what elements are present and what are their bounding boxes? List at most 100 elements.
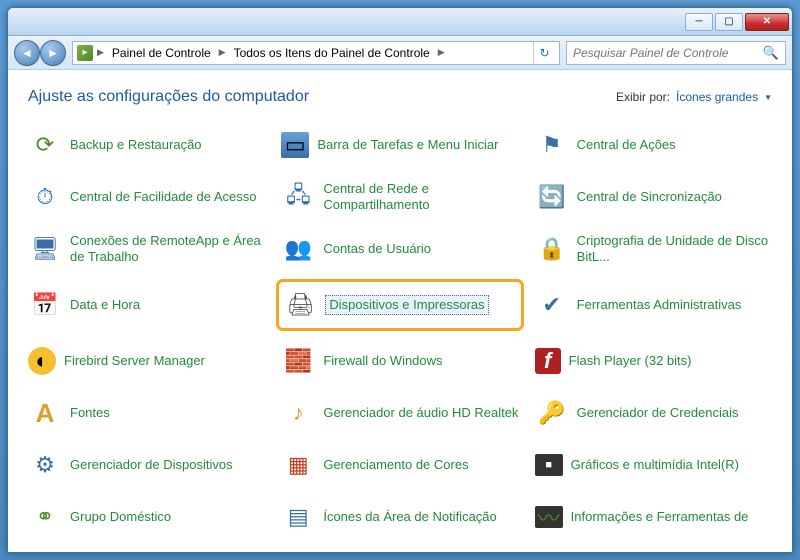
item-label: Firebird Server Manager	[64, 353, 205, 369]
flag-icon: ⚑	[535, 128, 569, 162]
date-icon: 📅	[28, 288, 62, 322]
control-panel-icon: ▸	[77, 45, 93, 61]
nav-arrows: ◄ ►	[14, 40, 66, 66]
taskbar-icon: ▭	[281, 132, 309, 158]
item-label: Grupo Doméstico	[70, 509, 171, 525]
item-label: Ícones da Área de Notificação	[323, 509, 496, 525]
cred-icon: 🔑	[535, 396, 569, 430]
control-panel-item[interactable]: ✔ Ferramentas Administrativas	[533, 282, 774, 328]
item-label: Fontes	[70, 405, 110, 421]
users-icon: 👥	[281, 232, 315, 266]
bitlocker-icon: 🔒	[535, 232, 569, 266]
item-label: Gerenciamento de Cores	[323, 457, 468, 473]
view-by-label: Exibir por:	[616, 90, 670, 104]
items-grid: ⟳ Backup e Restauração ▭ Barra de Tarefas e…	[26, 126, 774, 536]
flash-icon: f	[535, 348, 561, 374]
item-label: Informações e Ferramentas de	[571, 509, 749, 525]
control-panel-item[interactable]: 🔒 Criptografia de Unidade de Disco BitL..…	[533, 230, 774, 268]
item-label: Gerenciador de áudio HD Realtek	[323, 405, 518, 421]
item-label: Contas de Usuário	[323, 241, 431, 257]
chevron-right-icon: ▶	[436, 47, 447, 58]
fonts-icon: A	[28, 396, 62, 430]
control-panel-item[interactable]: A Fontes	[26, 394, 267, 432]
close-button[interactable]: ✕	[745, 13, 789, 31]
forward-button[interactable]: ►	[40, 40, 66, 66]
intel-icon: ■	[535, 454, 563, 476]
items-area: ⟳ Backup e Restauração ▭ Barra de Tarefas e…	[8, 116, 792, 552]
control-panel-item[interactable]: ⏱ Central de Facilidade de Acesso	[26, 178, 267, 216]
search-box[interactable]: 🔍	[566, 41, 786, 65]
search-input[interactable]	[573, 46, 763, 60]
item-label: Gerenciador de Credenciais	[577, 405, 739, 421]
item-label: Central de Sincronização	[577, 189, 722, 205]
control-panel-item[interactable]: ▭ Barra de Tarefas e Menu Iniciar	[279, 126, 520, 164]
control-panel-item[interactable]: ⚭ Grupo Doméstico	[26, 498, 267, 536]
breadcrumb-segment[interactable]: Painel de Controle	[108, 46, 215, 60]
homegroup-icon: ⚭	[28, 500, 62, 534]
control-panel-item[interactable]: ▦ Gerenciamento de Cores	[279, 446, 520, 484]
item-label: Firewall do Windows	[323, 353, 442, 369]
maximize-button[interactable]: ▢	[715, 13, 743, 31]
item-label: Central de Rede e Compartilhamento	[323, 181, 518, 212]
back-button[interactable]: ◄	[14, 40, 40, 66]
item-label: Criptografia de Unidade de Disco BitL...	[577, 233, 772, 264]
item-label: Central de Facilidade de Acesso	[70, 189, 256, 205]
control-panel-item[interactable]: 🖥 Conexões de RemoteApp e Área de Trabalh…	[26, 230, 267, 268]
control-panel-item[interactable]: 👥 Contas de Usuário	[279, 230, 520, 268]
control-panel-item[interactable]: 🔑 Gerenciador de Credenciais	[533, 394, 774, 432]
perf-icon: 〰	[535, 506, 563, 528]
item-label: Gráficos e multimídia Intel(R)	[571, 457, 739, 473]
admin-icon: ✔	[535, 288, 569, 322]
view-by-selector[interactable]: Exibir por: Ícones grandes ▼	[616, 90, 772, 104]
item-label: Central de Ações	[577, 137, 676, 153]
item-label: Conexões de RemoteApp e Área de Trabalho	[70, 233, 265, 264]
breadcrumb-segment[interactable]: Todos os Itens do Painel de Controle	[230, 46, 434, 60]
control-panel-item[interactable]: 📅 Data e Hora	[26, 282, 267, 328]
minimize-button[interactable]: ─	[685, 13, 713, 31]
item-label: Flash Player (32 bits)	[569, 353, 692, 369]
remote-icon: 🖥	[28, 232, 62, 266]
devmgr-icon: ⚙	[28, 448, 62, 482]
control-panel-item[interactable]: ■ Gráficos e multimídia Intel(R)	[533, 446, 774, 484]
audio-icon: ♪	[281, 396, 315, 430]
item-label: Barra de Tarefas e Menu Iniciar	[317, 137, 498, 153]
view-by-value[interactable]: Ícones grandes	[676, 90, 758, 104]
control-panel-item[interactable]: ◐ Firebird Server Manager	[26, 342, 267, 380]
control-panel-item[interactable]: 🧱 Firewall do Windows	[279, 342, 520, 380]
control-panel-item[interactable]: 🖧 Central de Rede e Compartilhamento	[279, 178, 520, 216]
content-area: Ajuste as configurações do computador Ex…	[8, 70, 792, 552]
control-panel-item[interactable]: ▤ Ícones da Área de Notificação	[279, 498, 520, 536]
firewall-icon: 🧱	[281, 344, 315, 378]
breadcrumb[interactable]: ▸ ▶ Painel de Controle ▶ Todos os Itens …	[72, 41, 560, 65]
chevron-down-icon: ▼	[764, 93, 772, 102]
item-label: Data e Hora	[70, 297, 140, 313]
titlebar: ─ ▢ ✕	[8, 8, 792, 36]
item-label: Dispositivos e Impressoras	[325, 295, 488, 315]
item-label: Ferramentas Administrativas	[577, 297, 742, 313]
control-panel-window: ─ ▢ ✕ ◄ ► ▸ ▶ Painel de Controle ▶ Todos…	[7, 7, 793, 553]
control-panel-item[interactable]: ♪ Gerenciador de áudio HD Realtek	[279, 394, 520, 432]
chevron-right-icon: ▶	[217, 47, 228, 58]
control-panel-item[interactable]: ⟳ Backup e Restauração	[26, 126, 267, 164]
devices-icon: 🖨	[283, 288, 317, 322]
item-label: Backup e Restauração	[70, 137, 202, 153]
network-icon: 🖧	[281, 180, 315, 214]
item-label: Gerenciador de Dispositivos	[70, 457, 233, 473]
control-panel-item[interactable]: 〰 Informações e Ferramentas de	[533, 498, 774, 536]
control-panel-item[interactable]: f Flash Player (32 bits)	[533, 342, 774, 380]
address-bar: ◄ ► ▸ ▶ Painel de Controle ▶ Todos os It…	[8, 36, 792, 70]
control-panel-item[interactable]: ⚙ Gerenciador de Dispositivos	[26, 446, 267, 484]
control-panel-item[interactable]: ⚑ Central de Ações	[533, 126, 774, 164]
page-title: Ajuste as configurações do computador	[28, 88, 309, 106]
ease-icon: ⏱	[28, 180, 62, 214]
content-header: Ajuste as configurações do computador Ex…	[8, 70, 792, 116]
firebird-icon: ◐	[28, 347, 56, 375]
sync-icon: 🔄	[535, 180, 569, 214]
control-panel-item[interactable]: 🖨 Dispositivos e Impressoras	[279, 282, 520, 328]
chevron-right-icon: ▶	[95, 47, 106, 58]
notif-icon: ▤	[281, 500, 315, 534]
control-panel-item[interactable]: 🔄 Central de Sincronização	[533, 178, 774, 216]
backup-icon: ⟳	[28, 128, 62, 162]
color-icon: ▦	[281, 448, 315, 482]
refresh-button[interactable]: ↻	[533, 42, 555, 64]
